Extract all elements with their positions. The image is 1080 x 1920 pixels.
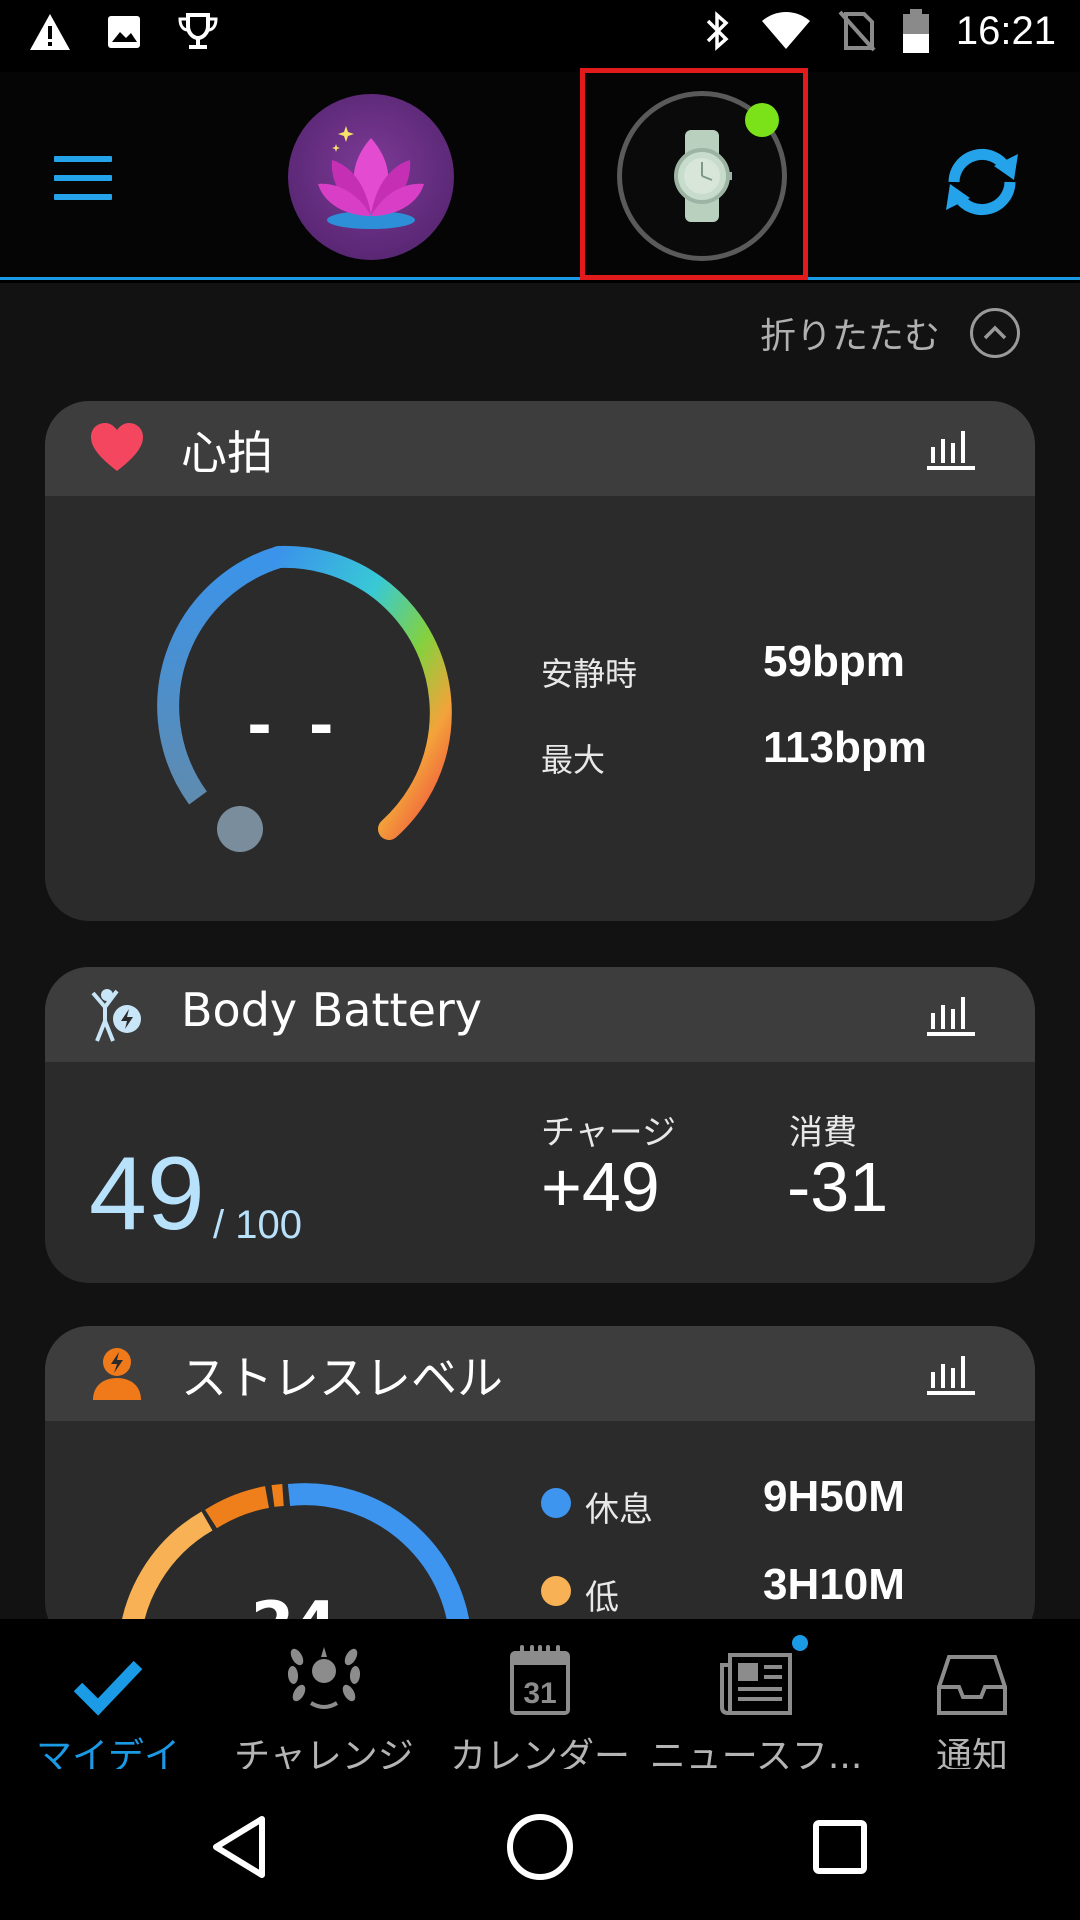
body-battery-title: Body Battery xyxy=(181,983,482,1037)
back-icon[interactable] xyxy=(200,1807,280,1887)
hamburger-menu-icon[interactable] xyxy=(54,156,112,200)
body-battery-max: / 100 xyxy=(213,1203,302,1247)
device-highlight-frame xyxy=(580,68,808,280)
heart-rate-card-header: 心拍 xyxy=(45,401,1035,496)
my-day-content[interactable]: 折りたたむ 心拍 - - 安静時 59bpm 最大 113bpm Body Ba… xyxy=(0,283,1080,1619)
chevron-up-icon xyxy=(970,308,1020,358)
status-right-icons: 16:21 xyxy=(702,8,1056,54)
body-battery-card-header: Body Battery xyxy=(45,967,1035,1062)
max-hr-value: 113bpm xyxy=(763,723,927,772)
home-icon[interactable] xyxy=(500,1807,580,1887)
low-label: 低 xyxy=(585,1578,619,1618)
max-hr-label: 最大 xyxy=(541,741,606,779)
check-icon xyxy=(73,1660,143,1716)
stress-person-icon xyxy=(93,1348,141,1400)
battery-icon xyxy=(902,9,929,53)
nav-calendar[interactable]: 31 カレンダー xyxy=(432,1637,648,1779)
nav-challenges[interactable]: チャレンジ xyxy=(216,1637,432,1779)
no-sim-icon xyxy=(838,10,876,52)
rest-legend-dot xyxy=(541,1488,571,1518)
app-header xyxy=(0,68,1080,280)
newsfeed-icon xyxy=(720,1653,792,1715)
stress-title: ストレスレベル xyxy=(181,1351,503,1405)
image-icon xyxy=(108,16,140,48)
collapse-label: 折りたたむ xyxy=(759,316,940,357)
stress-card-header: ストレスレベル xyxy=(45,1326,1035,1421)
inbox-icon xyxy=(937,1655,1007,1715)
stress-card[interactable]: ストレスレベル 24 休息 9H50M 低 3H10M xyxy=(45,1326,1035,1619)
charge-value: +49 xyxy=(541,1148,660,1226)
drain-value: -31 xyxy=(787,1148,889,1226)
newsfeed-unread-dot xyxy=(792,1635,808,1651)
stress-current-value: 24 xyxy=(251,1588,337,1619)
heart-icon xyxy=(91,423,143,471)
bluetooth-icon xyxy=(706,11,729,51)
body-battery-card[interactable]: Body Battery 49 / 100 チャージ +49 消費 -31 xyxy=(45,967,1035,1283)
profile-avatar[interactable] xyxy=(288,94,454,260)
status-bar: 16:21 xyxy=(0,0,1080,72)
heart-rate-card[interactable]: 心拍 - - 安静時 59bpm 最大 113bpm xyxy=(45,401,1035,921)
bar-chart-icon[interactable] xyxy=(927,993,975,1037)
sync-icon[interactable] xyxy=(934,134,1030,230)
rest-label: 休息 xyxy=(585,1490,653,1530)
bar-chart-icon[interactable] xyxy=(927,427,975,471)
trophy-icon xyxy=(178,13,218,49)
system-nav-bar xyxy=(0,1769,1080,1920)
body-battery-value: 49 xyxy=(89,1136,205,1252)
nav-notifications[interactable]: 通知 xyxy=(864,1637,1080,1779)
laurel-icon xyxy=(287,1647,361,1709)
resting-hr-label: 安静時 xyxy=(541,655,638,693)
warning-icon xyxy=(30,14,70,50)
low-value: 3H10M xyxy=(763,1560,905,1609)
calendar-icon-day: 31 xyxy=(523,1677,556,1710)
heart-rate-title: 心拍 xyxy=(181,426,273,480)
device-connected-indicator xyxy=(745,103,779,137)
status-left-icons xyxy=(28,12,220,52)
calendar-icon: 31 xyxy=(510,1645,570,1715)
low-legend-dot xyxy=(541,1576,571,1606)
wifi-icon xyxy=(761,12,810,49)
nav-my-day[interactable]: マイデイ xyxy=(0,1637,216,1779)
status-time: 16:21 xyxy=(955,8,1056,53)
body-battery-icon xyxy=(91,989,141,1042)
rest-value: 9H50M xyxy=(763,1472,905,1521)
collapse-toggle[interactable]: 折りたたむ xyxy=(760,307,1020,359)
bar-chart-icon[interactable] xyxy=(927,1352,975,1396)
recents-icon[interactable] xyxy=(800,1807,880,1887)
bottom-nav: マイデイ チャレンジ 31 カレンダー ニュースフ... 通知 xyxy=(0,1619,1080,1777)
resting-hr-value: 59bpm xyxy=(763,637,905,686)
heart-rate-current: - - xyxy=(247,691,342,761)
nav-newsfeed[interactable]: ニュースフ... xyxy=(648,1635,864,1779)
lotus-icon xyxy=(318,126,424,229)
